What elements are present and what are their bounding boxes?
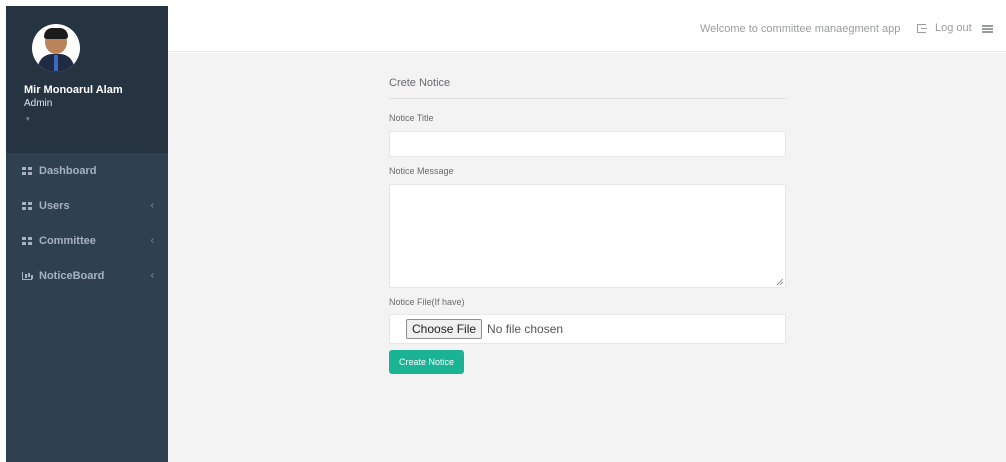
- grid-icon: [22, 166, 32, 175]
- notice-message-label: Notice Message: [389, 166, 454, 176]
- form-title: Crete Notice: [389, 53, 786, 99]
- create-notice-form: Crete Notice Notice Title Notice Message…: [389, 53, 786, 374]
- notice-file-input[interactable]: Choose File No file chosen: [389, 314, 786, 344]
- logout-link[interactable]: Log out: [917, 22, 972, 34]
- top-header: Welcome to committee manaegment app Log …: [168, 6, 1006, 52]
- profile-panel: Mir Monoarul Alam Admin ▾: [6, 6, 168, 153]
- bar-chart-icon: [22, 271, 32, 280]
- notice-title-label: Notice Title: [389, 113, 434, 123]
- chevron-left-icon: ‹: [150, 270, 154, 281]
- welcome-message: Welcome to committee manaegment app: [700, 23, 901, 35]
- sidebar-item-label: Users: [39, 199, 70, 212]
- logout-label: Log out: [935, 22, 972, 34]
- menu-icon[interactable]: [982, 25, 993, 33]
- chevron-left-icon: ‹: [150, 200, 154, 211]
- sidebar-item-label: Dashboard: [39, 164, 97, 177]
- sidebar: Mir Monoarul Alam Admin ▾ Dashboard User…: [6, 6, 168, 462]
- notice-file-label: Notice File(If have): [389, 297, 465, 307]
- grid-icon: [22, 201, 32, 210]
- notice-message-textarea[interactable]: [389, 184, 786, 288]
- profile-dropdown-caret-icon[interactable]: ▾: [26, 115, 168, 123]
- notice-title-input[interactable]: [389, 131, 786, 157]
- avatar[interactable]: [32, 24, 80, 72]
- sidebar-item-label: Committee: [39, 234, 96, 247]
- sign-out-icon: [917, 23, 927, 33]
- file-status-text: No file chosen: [487, 322, 564, 336]
- chevron-left-icon: ‹: [150, 235, 154, 246]
- sidebar-item-committee[interactable]: Committee ‹: [6, 223, 168, 258]
- sidebar-nav: Dashboard Users ‹ Committee ‹ NoticeBoar…: [6, 153, 168, 293]
- grid-icon: [22, 236, 32, 245]
- user-role: Admin: [24, 98, 53, 109]
- main-content: Crete Notice Notice Title Notice Message…: [168, 53, 1006, 462]
- create-notice-button[interactable]: Create Notice: [389, 350, 465, 374]
- sidebar-item-label: NoticeBoard: [39, 269, 105, 282]
- sidebar-item-users[interactable]: Users ‹: [6, 188, 168, 223]
- sidebar-item-noticeboard[interactable]: NoticeBoard ‹: [6, 258, 168, 293]
- choose-file-button[interactable]: Choose File: [406, 319, 483, 339]
- user-name[interactable]: Mir Monoarul Alam: [24, 84, 168, 96]
- sidebar-item-dashboard[interactable]: Dashboard: [6, 153, 168, 188]
